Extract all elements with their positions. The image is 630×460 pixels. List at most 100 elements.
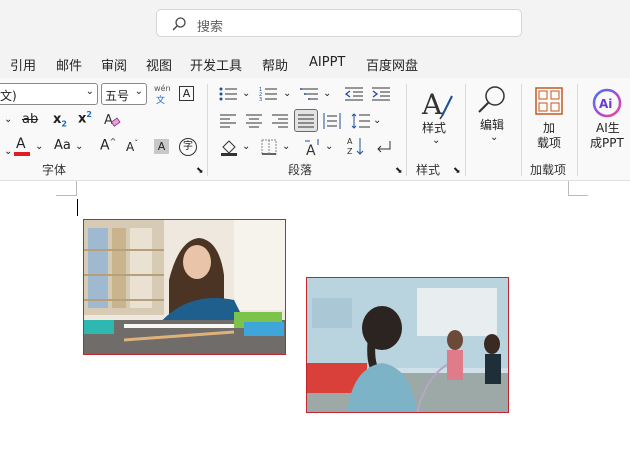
tab-view[interactable]: 视图 xyxy=(146,55,172,74)
chevron-down-icon[interactable]: ⌄ xyxy=(242,141,250,152)
tab-developer[interactable]: 开发工具 xyxy=(190,55,242,74)
font-size-dropdown[interactable]: 五号 ⌄ xyxy=(101,83,147,105)
line-spacing-icon[interactable] xyxy=(351,112,371,130)
add-ins-icon[interactable] xyxy=(535,87,563,115)
styles-group-label: 样式 xyxy=(416,163,441,177)
styles-icon[interactable]: A xyxy=(420,86,454,120)
tab-help[interactable]: 帮助 xyxy=(262,55,288,74)
grow-font-glyph: A xyxy=(100,137,110,154)
styles-button-label[interactable]: 样式 xyxy=(422,121,446,136)
decrease-indent-icon[interactable] xyxy=(345,86,363,102)
character-border-button[interactable]: A xyxy=(179,86,194,101)
group-divider xyxy=(207,84,208,176)
distributed-icon[interactable] xyxy=(323,112,341,130)
tab-mailings[interactable]: 邮件 xyxy=(56,55,82,74)
shrink-font-glyph: A xyxy=(126,140,135,154)
clear-formatting-icon[interactable]: A xyxy=(103,111,121,129)
svg-text:Z: Z xyxy=(347,147,353,156)
align-left-icon[interactable] xyxy=(220,114,236,128)
pinyin-label: wén xyxy=(154,84,171,93)
tab-review[interactable]: 审阅 xyxy=(101,55,127,74)
chevron-down-icon[interactable]: ⌄ xyxy=(432,135,440,146)
justify-button[interactable] xyxy=(294,109,318,132)
chevron-down-icon[interactable]: ⌄ xyxy=(282,141,290,152)
justify-icon xyxy=(298,114,314,128)
editing-button-label[interactable]: 编辑 xyxy=(480,118,504,133)
text-cursor xyxy=(77,199,78,216)
title-bar: 搜索 xyxy=(0,0,630,48)
chinese-layout-icon[interactable]: A xyxy=(303,137,323,157)
enclose-characters-button[interactable]: 字 xyxy=(179,138,197,156)
search-icon xyxy=(172,17,186,31)
dialog-launcher-icon[interactable]: ⬊ xyxy=(395,166,403,176)
chevron-down-icon[interactable]: ⌄ xyxy=(325,141,333,152)
photo-illustration xyxy=(84,220,285,354)
margin-mark xyxy=(76,181,77,196)
font-group-label: 字体 xyxy=(42,163,67,177)
margin-mark xyxy=(568,195,588,196)
ribbon-tabs: 引用 邮件 审阅 视图 开发工具 帮助 AIPPT 百度网盘 xyxy=(0,48,630,78)
bullets-icon[interactable] xyxy=(219,86,239,102)
multilevel-list-icon[interactable] xyxy=(300,86,320,102)
girl-in-classroom-photo[interactable] xyxy=(306,277,509,413)
tab-baidu-netdisk[interactable]: 百度网盘 xyxy=(366,55,418,74)
font-color-button[interactable]: A xyxy=(14,136,30,156)
svg-text:A: A xyxy=(347,137,353,146)
pinyin-char: 文 xyxy=(156,96,166,106)
tab-references[interactable]: 引用 xyxy=(10,55,36,74)
change-case-button[interactable]: Aa xyxy=(54,138,71,153)
chevron-down-icon[interactable]: ⌄ xyxy=(490,132,498,143)
superscript-button[interactable]: x2 xyxy=(78,110,92,126)
chevron-down-icon[interactable]: ⌄ xyxy=(323,88,331,99)
chevron-down-icon[interactable]: ⌄ xyxy=(283,88,291,99)
character-border-glyph: A xyxy=(182,87,191,100)
align-center-icon[interactable] xyxy=(246,114,262,128)
grow-font-button[interactable]: A^ xyxy=(100,137,116,154)
font-size-value: 五号 xyxy=(105,89,130,103)
ai-ppt-line1[interactable]: AI生 xyxy=(596,121,620,136)
show-paragraph-marks-icon[interactable] xyxy=(374,137,394,157)
shading-icon[interactable] xyxy=(220,138,238,156)
search-box[interactable]: 搜索 xyxy=(156,9,522,37)
font-color-glyph: A xyxy=(16,136,26,152)
paragraph-group-label: 段落 xyxy=(288,163,313,177)
font-name-dropdown[interactable]: 文) ⌄ xyxy=(0,83,98,105)
font-name-value: 文) xyxy=(0,89,17,103)
dialog-launcher-icon[interactable]: ⬊ xyxy=(196,166,204,176)
add-ins-group-label: 加载项 xyxy=(530,163,567,177)
document-canvas[interactable] xyxy=(0,181,630,460)
ai-ppt-line2[interactable]: 成PPT xyxy=(590,136,624,151)
borders-icon[interactable] xyxy=(261,139,277,155)
ai-ppt-icon[interactable]: Ai xyxy=(592,88,622,118)
chevron-down-icon[interactable]: ⌄ xyxy=(75,141,83,152)
add-ins-line1[interactable]: 加 xyxy=(543,121,555,136)
chevron-down-icon: ⌄ xyxy=(85,86,94,97)
svg-text:Ai: Ai xyxy=(599,97,612,111)
subscript-button[interactable]: x2 xyxy=(53,112,67,129)
chevron-down-icon[interactable]: ⌄ xyxy=(373,115,381,126)
girl-drawing-at-desk-photo[interactable] xyxy=(83,219,286,355)
increase-indent-icon[interactable] xyxy=(372,86,390,102)
enclose-characters-glyph: 字 xyxy=(183,141,193,152)
find-icon[interactable] xyxy=(476,84,508,116)
character-shading-button[interactable]: A xyxy=(154,139,169,154)
add-ins-line2[interactable]: 载项 xyxy=(537,136,561,151)
numbering-icon[interactable]: 123 xyxy=(259,86,279,102)
chevron-down-icon[interactable]: ⌄ xyxy=(4,114,12,125)
svg-text:3: 3 xyxy=(259,97,262,102)
search-placeholder: 搜索 xyxy=(197,20,224,35)
strikethrough-button[interactable]: ab xyxy=(22,112,38,127)
chevron-down-icon[interactable]: ⌄ xyxy=(35,141,43,152)
shrink-font-button[interactable]: Aˇ xyxy=(126,139,138,154)
group-divider xyxy=(406,84,407,176)
svg-text:A: A xyxy=(104,113,113,128)
chevron-down-icon[interactable]: ⌄ xyxy=(242,88,250,99)
svg-text:A: A xyxy=(306,143,316,157)
sort-icon[interactable]: AZ xyxy=(346,136,366,156)
phonetic-guide-button[interactable]: wén 文 xyxy=(153,84,171,106)
character-shading-glyph: A xyxy=(157,140,166,153)
tab-aippt[interactable]: AIPPT xyxy=(309,55,345,70)
chevron-down-icon[interactable]: ⌄ xyxy=(4,146,12,157)
align-right-icon[interactable] xyxy=(272,114,288,128)
dialog-launcher-icon[interactable]: ⬊ xyxy=(453,166,461,176)
